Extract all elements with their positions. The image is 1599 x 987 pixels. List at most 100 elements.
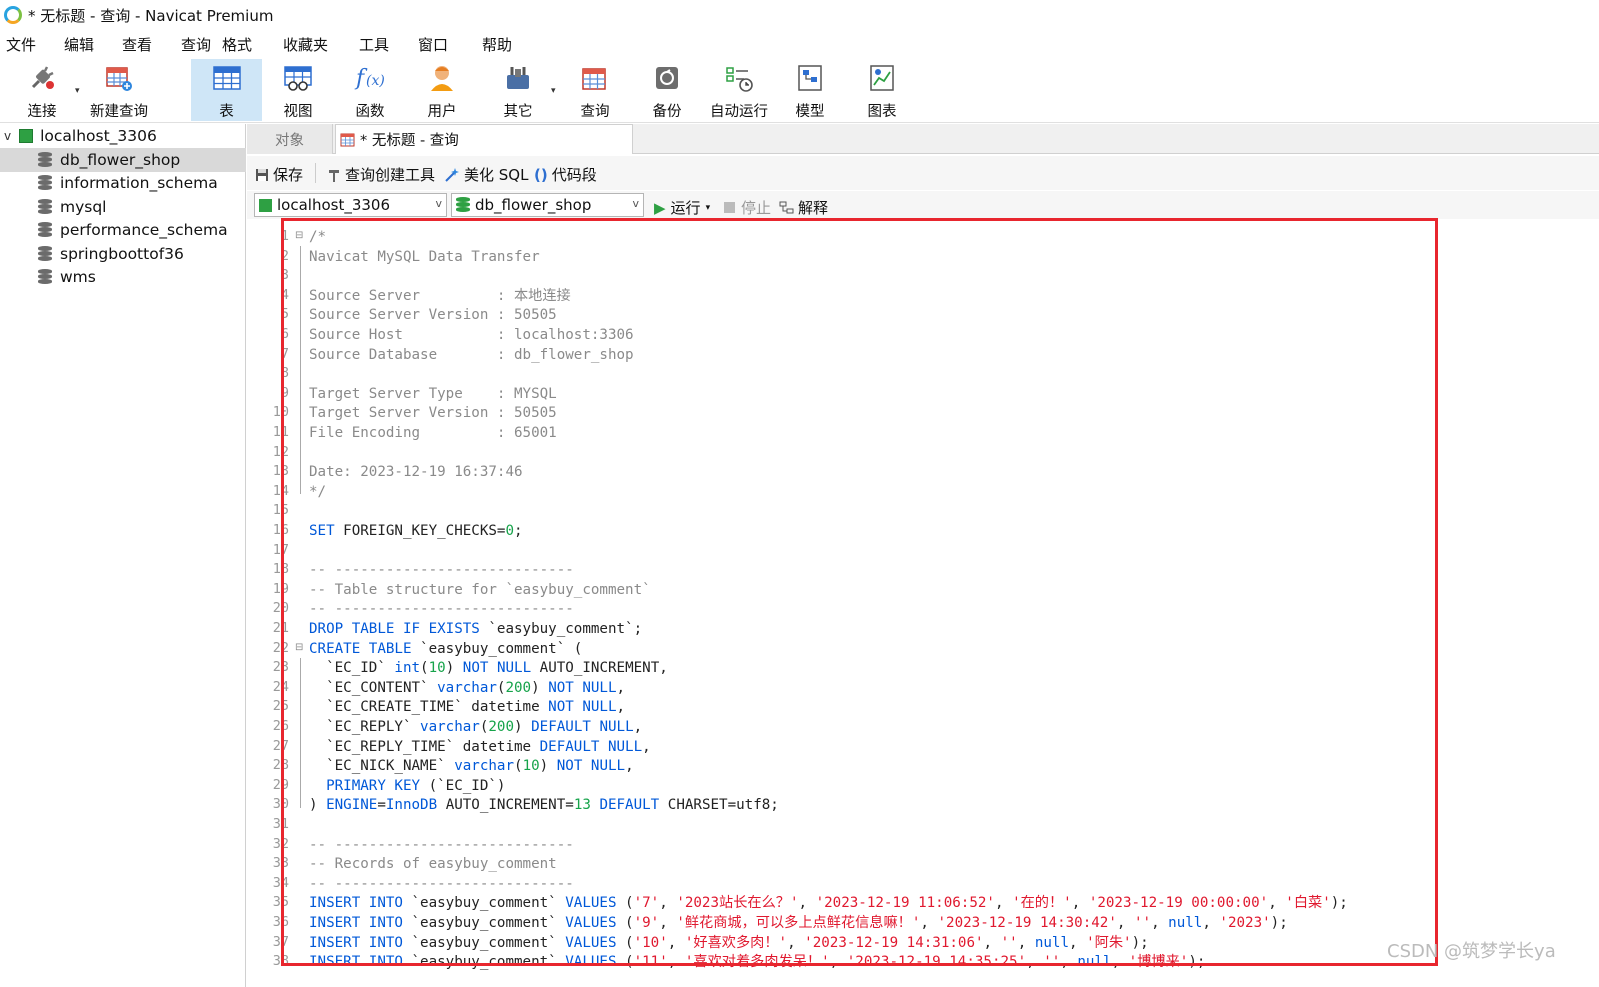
title-bar: * 无标题 - 查询 - Navicat Premium xyxy=(0,0,1599,30)
tree-db-item[interactable]: mysql xyxy=(0,195,246,219)
code-token: `easybuy_comment`; xyxy=(488,621,643,637)
code-token: '2023' xyxy=(1219,915,1271,931)
new-query-button[interactable]: 新建查询 xyxy=(86,59,152,121)
code-token: `EC_REPLY_TIME` datetime xyxy=(309,738,540,755)
explain-button[interactable]: 解释 xyxy=(779,197,828,218)
function-fx-icon: f (x) xyxy=(354,61,386,94)
code-line: `EC_CONTENT` varchar(200) NOT NULL, xyxy=(309,679,625,699)
query-button[interactable]: 查询 xyxy=(569,59,621,121)
fold-toggle-icon[interactable]: ⊟ xyxy=(295,230,303,241)
database-select-value: db_flower_shop xyxy=(475,196,592,214)
sql-editor[interactable]: 1 2 3 4 5 6 7 8 9 10 11 12 13 14 15 16 17 18 19 20 21 22 23 24 2… xyxy=(247,220,1599,987)
menu-favorites[interactable]: 收藏夹 xyxy=(283,34,328,55)
run-button[interactable]: ▶ 运行 ▾ xyxy=(654,197,710,218)
line-number: 33 xyxy=(272,855,289,872)
code-line: `EC_ID` int(10) NOT NULL AUTO_INCREMENT, xyxy=(309,659,668,679)
automation-button[interactable]: 自动运行 xyxy=(706,59,772,121)
watermark: CSDN @筑梦学长ya xyxy=(1387,941,1556,962)
code-token: 13 xyxy=(573,797,600,814)
code-snippet-button[interactable]: () 代码段 xyxy=(534,164,597,185)
connection-select[interactable]: localhost_3306 v xyxy=(254,193,447,217)
line-number: 2 xyxy=(280,247,289,264)
code-token: `EC_NICK_NAME` xyxy=(309,758,455,775)
code-token: 0 xyxy=(505,523,515,539)
line-number: 10 xyxy=(272,404,289,421)
connect-button[interactable]: 连接 xyxy=(14,59,70,121)
menu-tools[interactable]: 工具 xyxy=(359,34,389,55)
stop-icon xyxy=(724,202,735,213)
new-query-icon xyxy=(103,61,135,94)
query-builder-button[interactable]: 查询创建工具 xyxy=(327,164,435,185)
code-token: varchar xyxy=(437,679,497,696)
view-button[interactable]: 视图 xyxy=(272,59,324,121)
code-line: Target Server Version : 50505 xyxy=(309,404,557,424)
code-line: Source Database : db_flower_shop xyxy=(309,346,634,366)
other-button[interactable]: 其它 xyxy=(492,59,544,121)
tree-db-item[interactable]: information_schema xyxy=(0,171,246,195)
tree-db-item[interactable]: springboottof36 xyxy=(0,242,246,266)
code-token: Source Server : 本地连接 xyxy=(309,287,571,304)
line-number: 31 xyxy=(272,816,289,832)
navicat-logo-icon xyxy=(4,6,22,24)
code-token: `EC_REPLY` xyxy=(309,719,421,735)
collapse-chevron-icon[interactable]: v xyxy=(4,129,11,143)
backup-button[interactable]: 备份 xyxy=(641,59,693,121)
menu-format[interactable]: 格式 xyxy=(222,34,252,55)
line-number: 21 xyxy=(272,620,289,636)
menu-file[interactable]: 文件 xyxy=(6,34,36,55)
code-line: -- ---------------------------- xyxy=(309,875,574,895)
save-button[interactable]: 保存 xyxy=(255,164,303,185)
code-line: INSERT INTO `easybuy_comment` VALUES ('1… xyxy=(309,953,1205,973)
code-token: (`EC_ID`) xyxy=(428,777,506,794)
tree-db-item[interactable]: wms xyxy=(0,265,246,289)
code-token: CHARSET=utf8; xyxy=(667,797,779,814)
plug-icon xyxy=(26,61,58,94)
menu-help[interactable]: 帮助 xyxy=(482,34,512,55)
tree-db-item[interactable]: performance_schema xyxy=(0,218,246,242)
code-token: '2023-12-19 11:06:52' xyxy=(815,895,995,912)
other-dropdown-arrow[interactable]: ▾ xyxy=(551,86,556,96)
code-token: '2023-12-19 14:30:42' xyxy=(937,915,1117,931)
tab-objects[interactable]: 对象 xyxy=(247,124,333,154)
code-line: INSERT INTO `easybuy_comment` VALUES ('9… xyxy=(309,914,1288,934)
fold-toggle-icon[interactable]: ⊟ xyxy=(295,642,303,653)
menu-view[interactable]: 查看 xyxy=(122,34,152,55)
code-line: SET FOREIGN_KEY_CHECKS=0; xyxy=(309,522,523,542)
function-button[interactable]: f (x) 函数 xyxy=(344,59,396,121)
code-token: ); xyxy=(1270,915,1288,931)
code-line: INSERT INTO `easybuy_comment` VALUES ('1… xyxy=(309,934,1149,954)
other-label: 其它 xyxy=(503,104,533,120)
code-token: null xyxy=(1034,934,1069,951)
tree-connection-localhost[interactable]: v localhost_3306 xyxy=(0,124,246,148)
menu-query[interactable]: 查询 xyxy=(181,34,211,55)
line-number: 30 xyxy=(272,796,289,813)
database-select[interactable]: db_flower_shop v xyxy=(451,193,644,217)
code-token: ENGINE xyxy=(326,797,378,814)
db-name: wms xyxy=(60,268,96,286)
connect-dropdown-arrow[interactable]: ▾ xyxy=(75,86,80,96)
chart-button[interactable]: 图表 xyxy=(856,59,908,121)
tab-query[interactable]: * 无标题 - 查询 xyxy=(335,124,633,154)
code-token: , xyxy=(1111,954,1129,971)
hammer-icon xyxy=(329,169,339,182)
menu-edit[interactable]: 编辑 xyxy=(64,34,94,55)
tree-db-item[interactable]: db_flower_shop xyxy=(0,148,246,172)
run-dropdown-arrow[interactable]: ▾ xyxy=(706,203,711,213)
stop-button[interactable]: 停止 xyxy=(724,197,771,218)
code-token: */ xyxy=(309,483,327,500)
user-label: 用户 xyxy=(427,104,457,120)
code-token: DEFAULT xyxy=(599,797,668,814)
code-token: '' xyxy=(1000,934,1018,951)
model-button[interactable]: 模型 xyxy=(784,59,836,121)
line-number: 19 xyxy=(272,580,289,597)
menu-window[interactable]: 窗口 xyxy=(418,34,448,55)
table-button[interactable]: 表 xyxy=(191,59,262,121)
user-button[interactable]: 用户 xyxy=(416,59,468,121)
code-token: null xyxy=(1168,915,1203,931)
db-name: db_flower_shop xyxy=(60,151,181,169)
line-number: 7 xyxy=(280,345,289,362)
beautify-sql-button[interactable]: 美化 SQL xyxy=(444,164,528,185)
connection-name: localhost_3306 xyxy=(40,127,157,145)
explain-icon xyxy=(779,201,794,213)
code-token: , xyxy=(787,934,805,951)
